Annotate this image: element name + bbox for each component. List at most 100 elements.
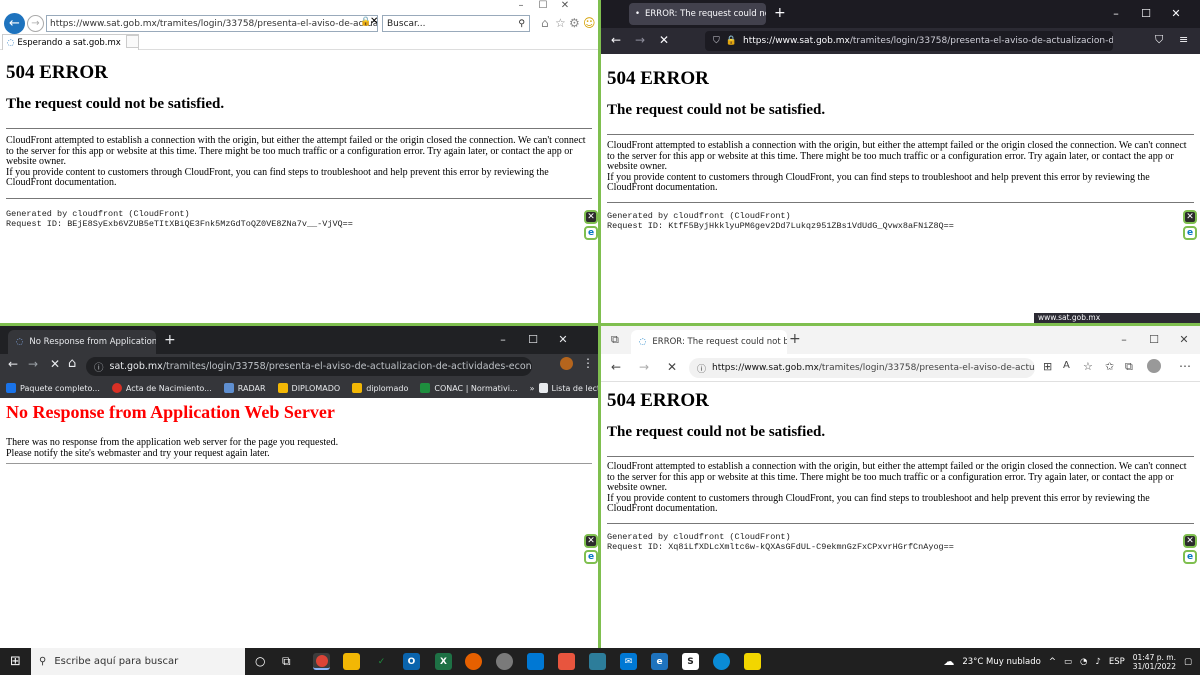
forward-arrow-icon[interactable]: → xyxy=(639,360,649,374)
maximize-icon[interactable]: ☐ xyxy=(1139,326,1169,352)
menu-icon[interactable]: ⋮ xyxy=(582,356,594,370)
menu-icon[interactable]: ≡ xyxy=(1179,33,1188,46)
notifications-icon[interactable]: ▢ xyxy=(1184,657,1192,667)
bookmark-item[interactable]: DIPLOMADO xyxy=(277,383,340,393)
tab-actions-icon[interactable]: ⧉ xyxy=(611,333,619,347)
calculator-icon[interactable] xyxy=(589,653,606,670)
collections-icon[interactable]: ⧉ xyxy=(1125,360,1133,374)
new-tab-icon[interactable]: + xyxy=(774,5,786,21)
reading-list[interactable]: »Lista de lectura xyxy=(530,383,598,393)
outlook-icon[interactable]: O xyxy=(403,653,420,670)
ie-tab[interactable]: ◌ Esperando a sat.gob.mx ✕ xyxy=(2,34,139,50)
file-explorer-icon[interactable] xyxy=(343,653,360,670)
forward-arrow-icon[interactable]: → xyxy=(27,15,44,32)
back-arrow-icon[interactable]: ← xyxy=(4,13,25,34)
close-window-icon[interactable]: ✕ xyxy=(1169,326,1199,352)
favorites-icon[interactable]: ✩ xyxy=(1105,360,1114,373)
smiley-icon[interactable]: ☺ xyxy=(583,16,596,30)
pocket-icon[interactable]: ⛉ xyxy=(1155,33,1163,47)
back-arrow-icon[interactable]: ← xyxy=(611,360,621,374)
firefox-address-bar[interactable]: ⛉ 🔒 https://www.sat.gob.mx/tramites/logi… xyxy=(705,31,1113,51)
app-icon[interactable] xyxy=(496,653,513,670)
back-arrow-icon[interactable]: ← xyxy=(8,357,18,371)
gear-icon[interactable]: ⚙ xyxy=(569,16,580,30)
star-icon[interactable]: ☆ xyxy=(555,16,566,30)
sidebar-close-icon[interactable]: ✕ xyxy=(584,534,598,548)
maximize-icon[interactable]: ☐ xyxy=(1131,0,1161,26)
stop-icon[interactable]: ✕ xyxy=(50,357,60,371)
bookmark-item[interactable]: RADAR xyxy=(223,383,266,393)
minimize-icon[interactable]: – xyxy=(488,326,518,352)
task-view-icon[interactable]: ⧉ xyxy=(282,654,291,669)
edge-e-icon[interactable]: e xyxy=(1183,550,1197,564)
edge-e-icon[interactable]: e xyxy=(584,226,598,240)
sidebar-close-icon[interactable]: ✕ xyxy=(1183,210,1197,224)
sticky-notes-icon[interactable] xyxy=(744,653,761,670)
cloud-icon: ☁ xyxy=(943,655,955,668)
close-window-icon[interactable]: ✕ xyxy=(554,0,576,11)
app-icon[interactable]: ✓ xyxy=(373,653,390,670)
menu-icon[interactable]: ⋯ xyxy=(1179,359,1191,373)
volume-icon[interactable]: ♪ xyxy=(1095,657,1100,667)
calendar-icon[interactable] xyxy=(527,653,544,670)
edge-e-icon[interactable]: e xyxy=(1183,226,1197,240)
sidebar-close-icon[interactable]: ✕ xyxy=(584,210,598,224)
apps-icon[interactable]: ⊞ xyxy=(1043,360,1052,373)
read-aloud-icon[interactable]: A xyxy=(1063,360,1070,371)
mail-icon[interactable]: ✉ xyxy=(620,653,637,670)
ie-address-bar[interactable]: https://www.sat.gob.mx/tramites/login/33… xyxy=(46,15,378,32)
close-window-icon[interactable]: ✕ xyxy=(548,326,578,352)
bookmark-item[interactable]: CONAC | Normativi... xyxy=(420,383,518,393)
language-icon[interactable]: ESP xyxy=(1109,657,1125,667)
home-icon[interactable]: ⌂ xyxy=(541,16,549,30)
new-tab-icon[interactable]: + xyxy=(789,331,801,347)
search-icon[interactable]: ⚲ xyxy=(518,19,525,29)
sidebar-close-icon[interactable]: ✕ xyxy=(1183,534,1197,548)
chevron-right-icon: » xyxy=(529,383,535,393)
edge-e-icon[interactable]: e xyxy=(584,550,598,564)
maximize-icon[interactable]: ☐ xyxy=(532,0,554,11)
stop-icon[interactable]: ✕ xyxy=(659,33,669,47)
forward-arrow-icon[interactable]: → xyxy=(28,357,38,371)
avatar[interactable] xyxy=(560,357,573,370)
close-window-icon[interactable]: ✕ xyxy=(1161,0,1191,26)
favorite-icon[interactable]: ☆ xyxy=(1083,360,1093,373)
edge-tab[interactable]: ◌ ERROR: The request could not be ✕ xyxy=(631,330,787,354)
chrome-taskbar-icon[interactable] xyxy=(313,653,330,670)
new-tab-button[interactable] xyxy=(126,35,139,48)
taskbar-search-input[interactable]: ⚲ Escribe aquí para buscar xyxy=(31,648,245,675)
windows-start-icon[interactable]: ⊞ xyxy=(10,654,21,669)
firefox-tab[interactable]: • ERROR: The request could not b ✕ xyxy=(629,3,766,25)
maximize-icon[interactable]: ☐ xyxy=(518,326,548,352)
home-icon[interactable]: ⌂ xyxy=(68,356,76,371)
forward-arrow-icon[interactable]: → xyxy=(635,33,645,47)
avatar[interactable] xyxy=(1147,359,1161,373)
firefox-icon[interactable] xyxy=(465,653,482,670)
clock[interactable]: 01:47 p. m. 31/01/2022 xyxy=(1133,653,1176,671)
edge-address-bar[interactable]: ⓘ https://www.sat.gob.mx/tramites/login/… xyxy=(689,358,1035,378)
sat-icon[interactable]: S xyxy=(682,653,699,670)
minimize-icon[interactable]: – xyxy=(510,0,532,11)
ie-icon[interactable]: e xyxy=(651,653,668,670)
close-icon[interactable]: ✕ xyxy=(370,16,378,27)
bookmark-item[interactable]: Paquete completo... xyxy=(6,383,100,393)
stop-icon[interactable]: ✕ xyxy=(667,360,677,374)
bookmark-item[interactable]: Acta de Nacimiento... xyxy=(111,383,212,393)
bookmark-item[interactable]: diplomado xyxy=(352,383,408,393)
excel-icon[interactable]: X xyxy=(435,653,452,670)
minimize-icon[interactable]: – xyxy=(1101,0,1131,26)
ie-search-input[interactable]: Buscar... ⚲ xyxy=(382,15,530,32)
cortana-icon[interactable]: ○ xyxy=(255,654,265,668)
edge-icon[interactable] xyxy=(713,653,730,670)
new-tab-icon[interactable]: + xyxy=(164,332,176,348)
chevron-up-icon[interactable]: ^ xyxy=(1049,657,1056,667)
network-icon[interactable]: ◔ xyxy=(1080,657,1087,667)
back-arrow-icon[interactable]: ← xyxy=(611,33,621,47)
message-line-1: There was no response from the applicati… xyxy=(6,437,339,448)
chrome-address-bar[interactable]: ⓘ sat.gob.mx/tramites/login/33758/presen… xyxy=(86,357,532,376)
weather-text[interactable]: 23°C Muy nublado xyxy=(962,657,1041,667)
minimize-icon[interactable]: – xyxy=(1109,326,1139,352)
battery-icon[interactable]: ▭ xyxy=(1064,657,1072,667)
chrome-tab[interactable]: ◌ No Response from Application W ✕ xyxy=(8,330,156,354)
app-icon[interactable] xyxy=(558,653,575,670)
